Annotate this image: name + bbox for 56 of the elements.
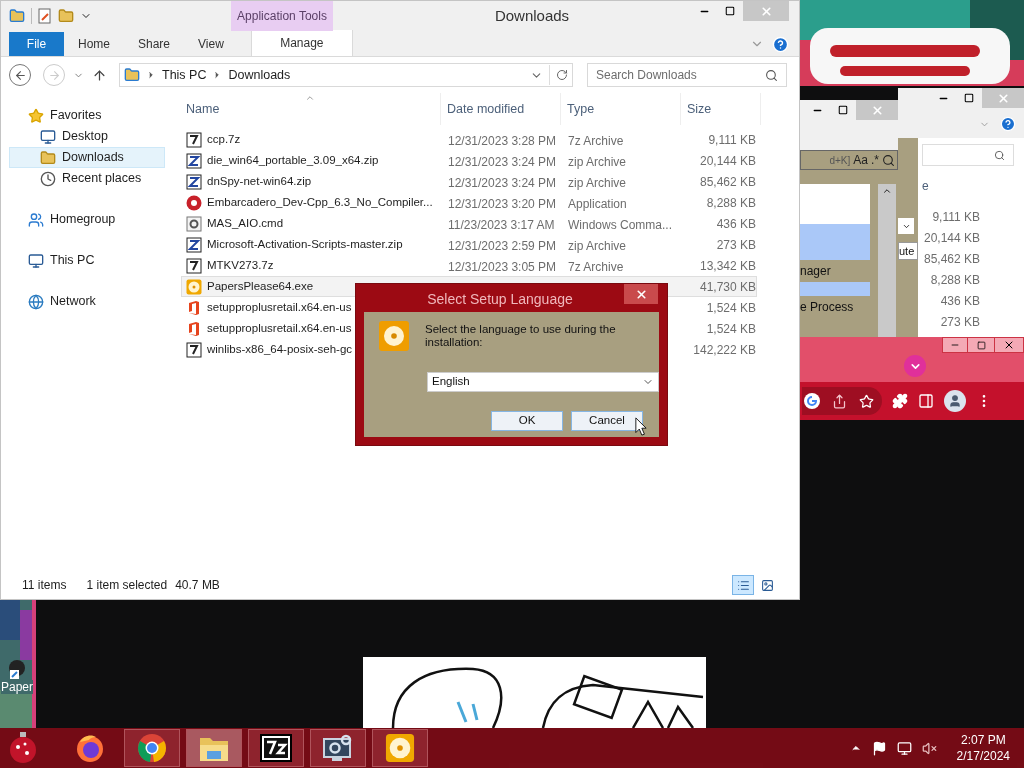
file-type: Application	[568, 196, 627, 211]
file-name: setupproplusretail.x64.en-us	[207, 299, 352, 315]
file-date: 12/31/2023 3:24 PM	[448, 175, 557, 190]
file-name: dnSpy-net-win64.zip	[207, 173, 312, 189]
file-name: ccp.7z	[207, 131, 241, 147]
file-size: 1,524 KB	[706, 320, 756, 338]
file-name: MAS_AIO.cmd	[207, 215, 284, 231]
file-size: 9,111 KB	[932, 208, 980, 226]
file-size: 436 KB	[716, 215, 756, 233]
file-name: MTKV273.7z	[207, 257, 274, 273]
file-size: 1,524 KB	[706, 299, 756, 317]
file-type: Windows Comma...	[568, 217, 673, 232]
file-size: 436 KB	[940, 292, 980, 310]
file-size: 85,462 KB	[923, 250, 980, 268]
breadcrumb-item: Downloads	[228, 66, 291, 84]
file-size: 142,222 KB	[693, 341, 756, 359]
file-size: 20,144 KB	[699, 152, 756, 170]
file-size: 13,342 KB	[699, 257, 756, 275]
file-name: PapersPlease64.exe	[207, 278, 314, 294]
list-item: nager	[800, 263, 831, 280]
file-date: 12/31/2023 2:59 PM	[448, 238, 557, 253]
selection-status: 1 item selected	[86, 577, 168, 594]
file-size: 273 KB	[716, 236, 756, 254]
window-title: Downloads	[494, 5, 570, 26]
dialog-message: Select the language to use during the installation:	[425, 322, 617, 350]
breadcrumb-item: This PC	[162, 66, 207, 84]
file-type: 7z Archive	[568, 133, 624, 148]
file-type: zip Archive	[568, 238, 627, 253]
file-type: 7z Archive	[568, 259, 624, 274]
search-hint: d+K]	[829, 153, 851, 168]
file-name: winlibs-x86_64-posix-seh-gc	[207, 341, 353, 357]
file-size: 8,288 KB	[930, 271, 980, 289]
file-name: Embarcadero_Dev-Cpp_6.3_No_Compiler...	[207, 194, 433, 210]
file-size: 41,730 KB	[699, 278, 756, 296]
dialog-title: Select Setup Language	[427, 290, 573, 309]
selection-size: 40.7 MB	[175, 577, 220, 594]
file-type: zip Archive	[568, 154, 627, 169]
contextual-tab-header: Application Tools	[231, 1, 333, 31]
file-type: zip Archive	[568, 175, 627, 190]
file-date: 11/23/2023 3:17 AM	[448, 217, 555, 232]
file-size: 273 KB	[940, 313, 980, 331]
column-header: e	[922, 178, 929, 195]
file-size: 8,288 KB	[706, 194, 756, 212]
shortcut-label: Paper	[1, 680, 33, 694]
file-size: 85,462 KB	[699, 173, 756, 191]
list-item: e Process	[800, 299, 854, 316]
file-size: 20,144 KB	[923, 229, 980, 247]
file-date: 12/31/2023 3:24 PM	[448, 154, 557, 169]
file-size: 9,111 KB	[708, 131, 756, 149]
file-name: Microsoft-Activation-Scripts-master.zip	[207, 236, 403, 252]
file-name: setupproplusretail.x64.en-us	[207, 320, 352, 336]
file-name: die_win64_portable_3.09_x64.zip	[207, 152, 379, 168]
file-date: 12/31/2023 3:20 PM	[448, 196, 557, 211]
file-date: 12/31/2023 3:05 PM	[448, 259, 557, 274]
item-count: 11 items	[22, 577, 67, 594]
file-date: 12/31/2023 3:28 PM	[448, 133, 557, 148]
